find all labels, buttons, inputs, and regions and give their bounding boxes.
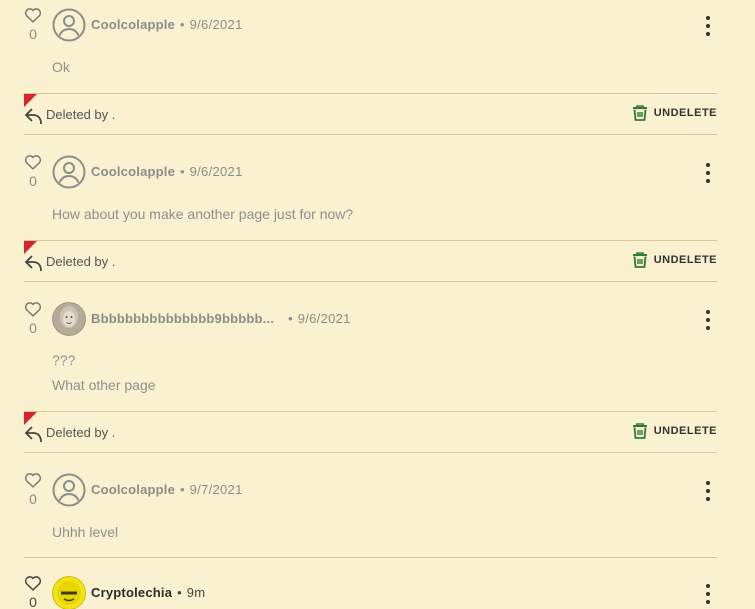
comment: 0 Coolcolapple • 9/7/2021 Uhhh level <box>0 465 755 560</box>
meta-separator: • <box>180 482 185 497</box>
heart-icon[interactable] <box>24 575 42 591</box>
heart-icon[interactable] <box>24 301 42 317</box>
comment-body: Ok <box>52 55 70 80</box>
reply-icon <box>24 255 42 272</box>
more-options-button[interactable] <box>700 163 716 183</box>
comment-body: How about you make another page just for… <box>52 202 353 227</box>
avatar[interactable] <box>52 8 86 42</box>
like-control[interactable]: 0 <box>22 154 44 189</box>
comment-date: 9/7/2021 <box>189 482 243 497</box>
like-control[interactable]: 0 <box>22 301 44 336</box>
like-count: 0 <box>29 26 37 42</box>
comment-body: ??? What other page <box>52 348 156 398</box>
restore-bin-icon <box>632 423 647 439</box>
deleted-by-label: Deleted by . <box>46 425 116 440</box>
meta-separator: • <box>180 164 185 179</box>
like-control[interactable]: 0 <box>22 7 44 42</box>
comment-text-line: What other page <box>52 377 156 393</box>
like-count: 0 <box>29 594 37 609</box>
undelete-label: UNDELETE <box>653 254 717 266</box>
heart-icon[interactable] <box>24 7 42 23</box>
comment-body: Uhhh level <box>52 520 118 545</box>
default-user-avatar-icon <box>52 8 86 42</box>
comment-text-line: ??? <box>52 352 76 368</box>
comment-divider <box>24 557 717 558</box>
deleted-by-label: Deleted by . <box>46 254 116 269</box>
comment-text-line: Uhhh level <box>52 524 119 540</box>
avatar[interactable] <box>52 576 86 609</box>
more-options-button[interactable] <box>700 584 716 604</box>
comment: 0 Cryptolechia • 9m <box>0 568 755 609</box>
author-name[interactable]: Coolcolapple <box>91 17 175 32</box>
comment-date: 9/6/2021 <box>189 164 243 179</box>
comment-date: 9m <box>186 585 206 600</box>
comment-date: 9/6/2021 <box>297 311 351 326</box>
comment-meta: Coolcolapple • 9/6/2021 <box>91 164 243 180</box>
like-count: 0 <box>29 173 37 189</box>
meta-separator: • <box>180 17 185 32</box>
author-name[interactable]: Coolcolapple <box>91 164 175 179</box>
comment-text-line: Ok <box>52 59 70 75</box>
avatar[interactable] <box>52 155 86 189</box>
heart-icon[interactable] <box>24 154 42 170</box>
reply-icon <box>24 108 42 125</box>
restore-bin-icon <box>632 105 647 121</box>
more-options-button[interactable] <box>700 310 716 330</box>
undelete-button[interactable]: UNDELETE <box>632 105 717 121</box>
author-name[interactable]: Coolcolapple <box>91 482 175 497</box>
deleted-bar: Deleted by . UNDELETE <box>24 411 717 453</box>
deleted-by-label: Deleted by . <box>46 107 116 122</box>
comment-meta: Cryptolechia • 9m <box>91 585 205 601</box>
deleted-bar: Deleted by . UNDELETE <box>24 93 717 135</box>
undelete-button[interactable]: UNDELETE <box>632 252 717 268</box>
default-user-avatar-icon <box>52 473 86 507</box>
restore-bin-icon <box>632 252 647 268</box>
comment: 0 Coolcolapple • 9/6/2021 How about you ma… <box>0 147 755 283</box>
more-options-button[interactable] <box>700 481 716 501</box>
author-name[interactable]: Bbbbbbbbbbbbbbb9bbbbb... <box>91 311 274 326</box>
comment-meta: Coolcolapple • 9/6/2021 <box>91 17 243 33</box>
reply-icon <box>24 426 42 443</box>
deleted-bar: Deleted by . UNDELETE <box>24 240 717 282</box>
meta-separator: • <box>177 585 182 600</box>
like-count: 0 <box>29 320 37 336</box>
like-control[interactable]: 0 <box>22 472 44 507</box>
avatar[interactable] <box>52 302 86 336</box>
user-photo-avatar <box>52 576 86 609</box>
comment-text-line: How about you make another page just for… <box>52 206 354 222</box>
avatar[interactable] <box>52 473 86 507</box>
undelete-label: UNDELETE <box>653 425 717 437</box>
more-options-button[interactable] <box>700 16 716 36</box>
comment: 0 Coolcolapple • 9/6/2021 Ok Deleted by . … <box>0 0 755 136</box>
undelete-label: UNDELETE <box>653 107 717 119</box>
comment: 0 Bbbbbbbbbbbbbbb9bbbbb... • 9/6/2021 ??? … <box>0 294 755 455</box>
undelete-button[interactable]: UNDELETE <box>632 423 717 439</box>
comment-meta: Coolcolapple • 9/7/2021 <box>91 482 243 498</box>
comment-date: 9/6/2021 <box>189 17 243 32</box>
like-count: 0 <box>29 491 37 507</box>
default-user-avatar-icon <box>52 155 86 189</box>
author-name[interactable]: Cryptolechia <box>91 585 172 600</box>
comment-meta: Bbbbbbbbbbbbbbb9bbbbb... • 9/6/2021 <box>91 311 351 327</box>
heart-icon[interactable] <box>24 472 42 488</box>
comment-feed: 0 Coolcolapple • 9/6/2021 Ok Deleted by . … <box>0 0 755 609</box>
like-control[interactable]: 0 <box>22 575 44 609</box>
user-photo-avatar <box>52 302 86 336</box>
meta-separator: • <box>288 311 293 326</box>
